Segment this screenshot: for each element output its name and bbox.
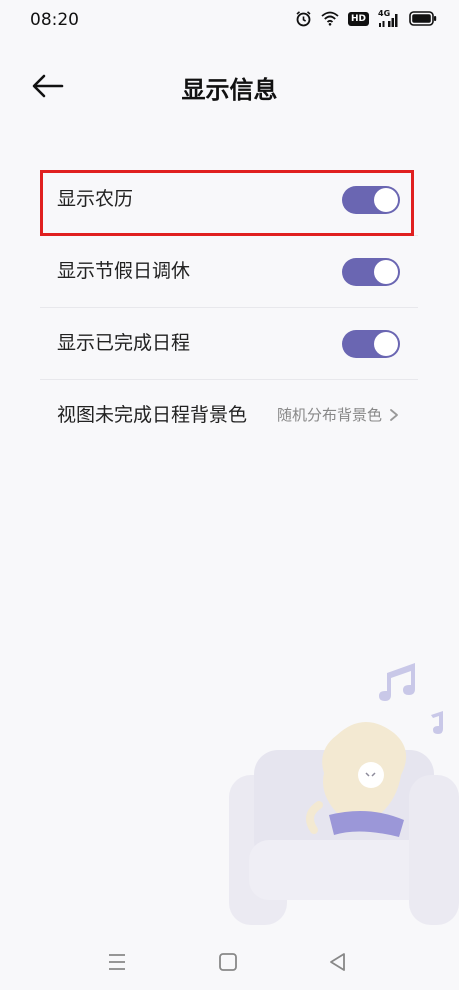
hd-icon: HD [347, 11, 369, 26]
setting-label: 视图未完成日程背景色 [57, 404, 248, 426]
setting-label: 显示已完成日程 [57, 332, 191, 354]
battery-icon [409, 11, 437, 26]
alarm-icon [296, 11, 311, 27]
chevron-right-icon [390, 409, 398, 421]
music-note-icon [379, 663, 443, 734]
menu-icon [109, 954, 125, 970]
decorative-illustration [229, 663, 459, 925]
setting-row-holiday: 显示节假日调休 [40, 236, 418, 308]
nav-back-button[interactable] [325, 949, 351, 975]
recent-apps-button[interactable] [104, 949, 130, 975]
setting-row-background-color[interactable]: 视图未完成日程背景色 随机分布背景色 [40, 380, 418, 451]
status-icons: HD 4G [295, 9, 437, 27]
completed-toggle[interactable] [342, 330, 400, 358]
navigation-bar [0, 935, 459, 990]
setting-value: 随机分布背景色 [276, 406, 382, 424]
header: 显示信息 [0, 56, 459, 116]
back-icon [330, 953, 345, 971]
home-icon [219, 953, 237, 971]
setting-label: 显示节假日调休 [57, 260, 191, 282]
page-title: 显示信息 [181, 76, 278, 104]
holiday-toggle[interactable] [342, 258, 400, 286]
wifi-icon [321, 11, 339, 26]
status-time: 08:20 [30, 10, 79, 30]
setting-row-completed: 显示已完成日程 [40, 308, 418, 380]
toggle-knob [374, 332, 398, 356]
status-bar: 08:20 HD 4G [0, 0, 459, 40]
toggle-knob [374, 260, 398, 284]
highlight-box [40, 170, 414, 236]
signal-icon: 4G [378, 9, 400, 27]
home-button[interactable] [215, 949, 241, 975]
